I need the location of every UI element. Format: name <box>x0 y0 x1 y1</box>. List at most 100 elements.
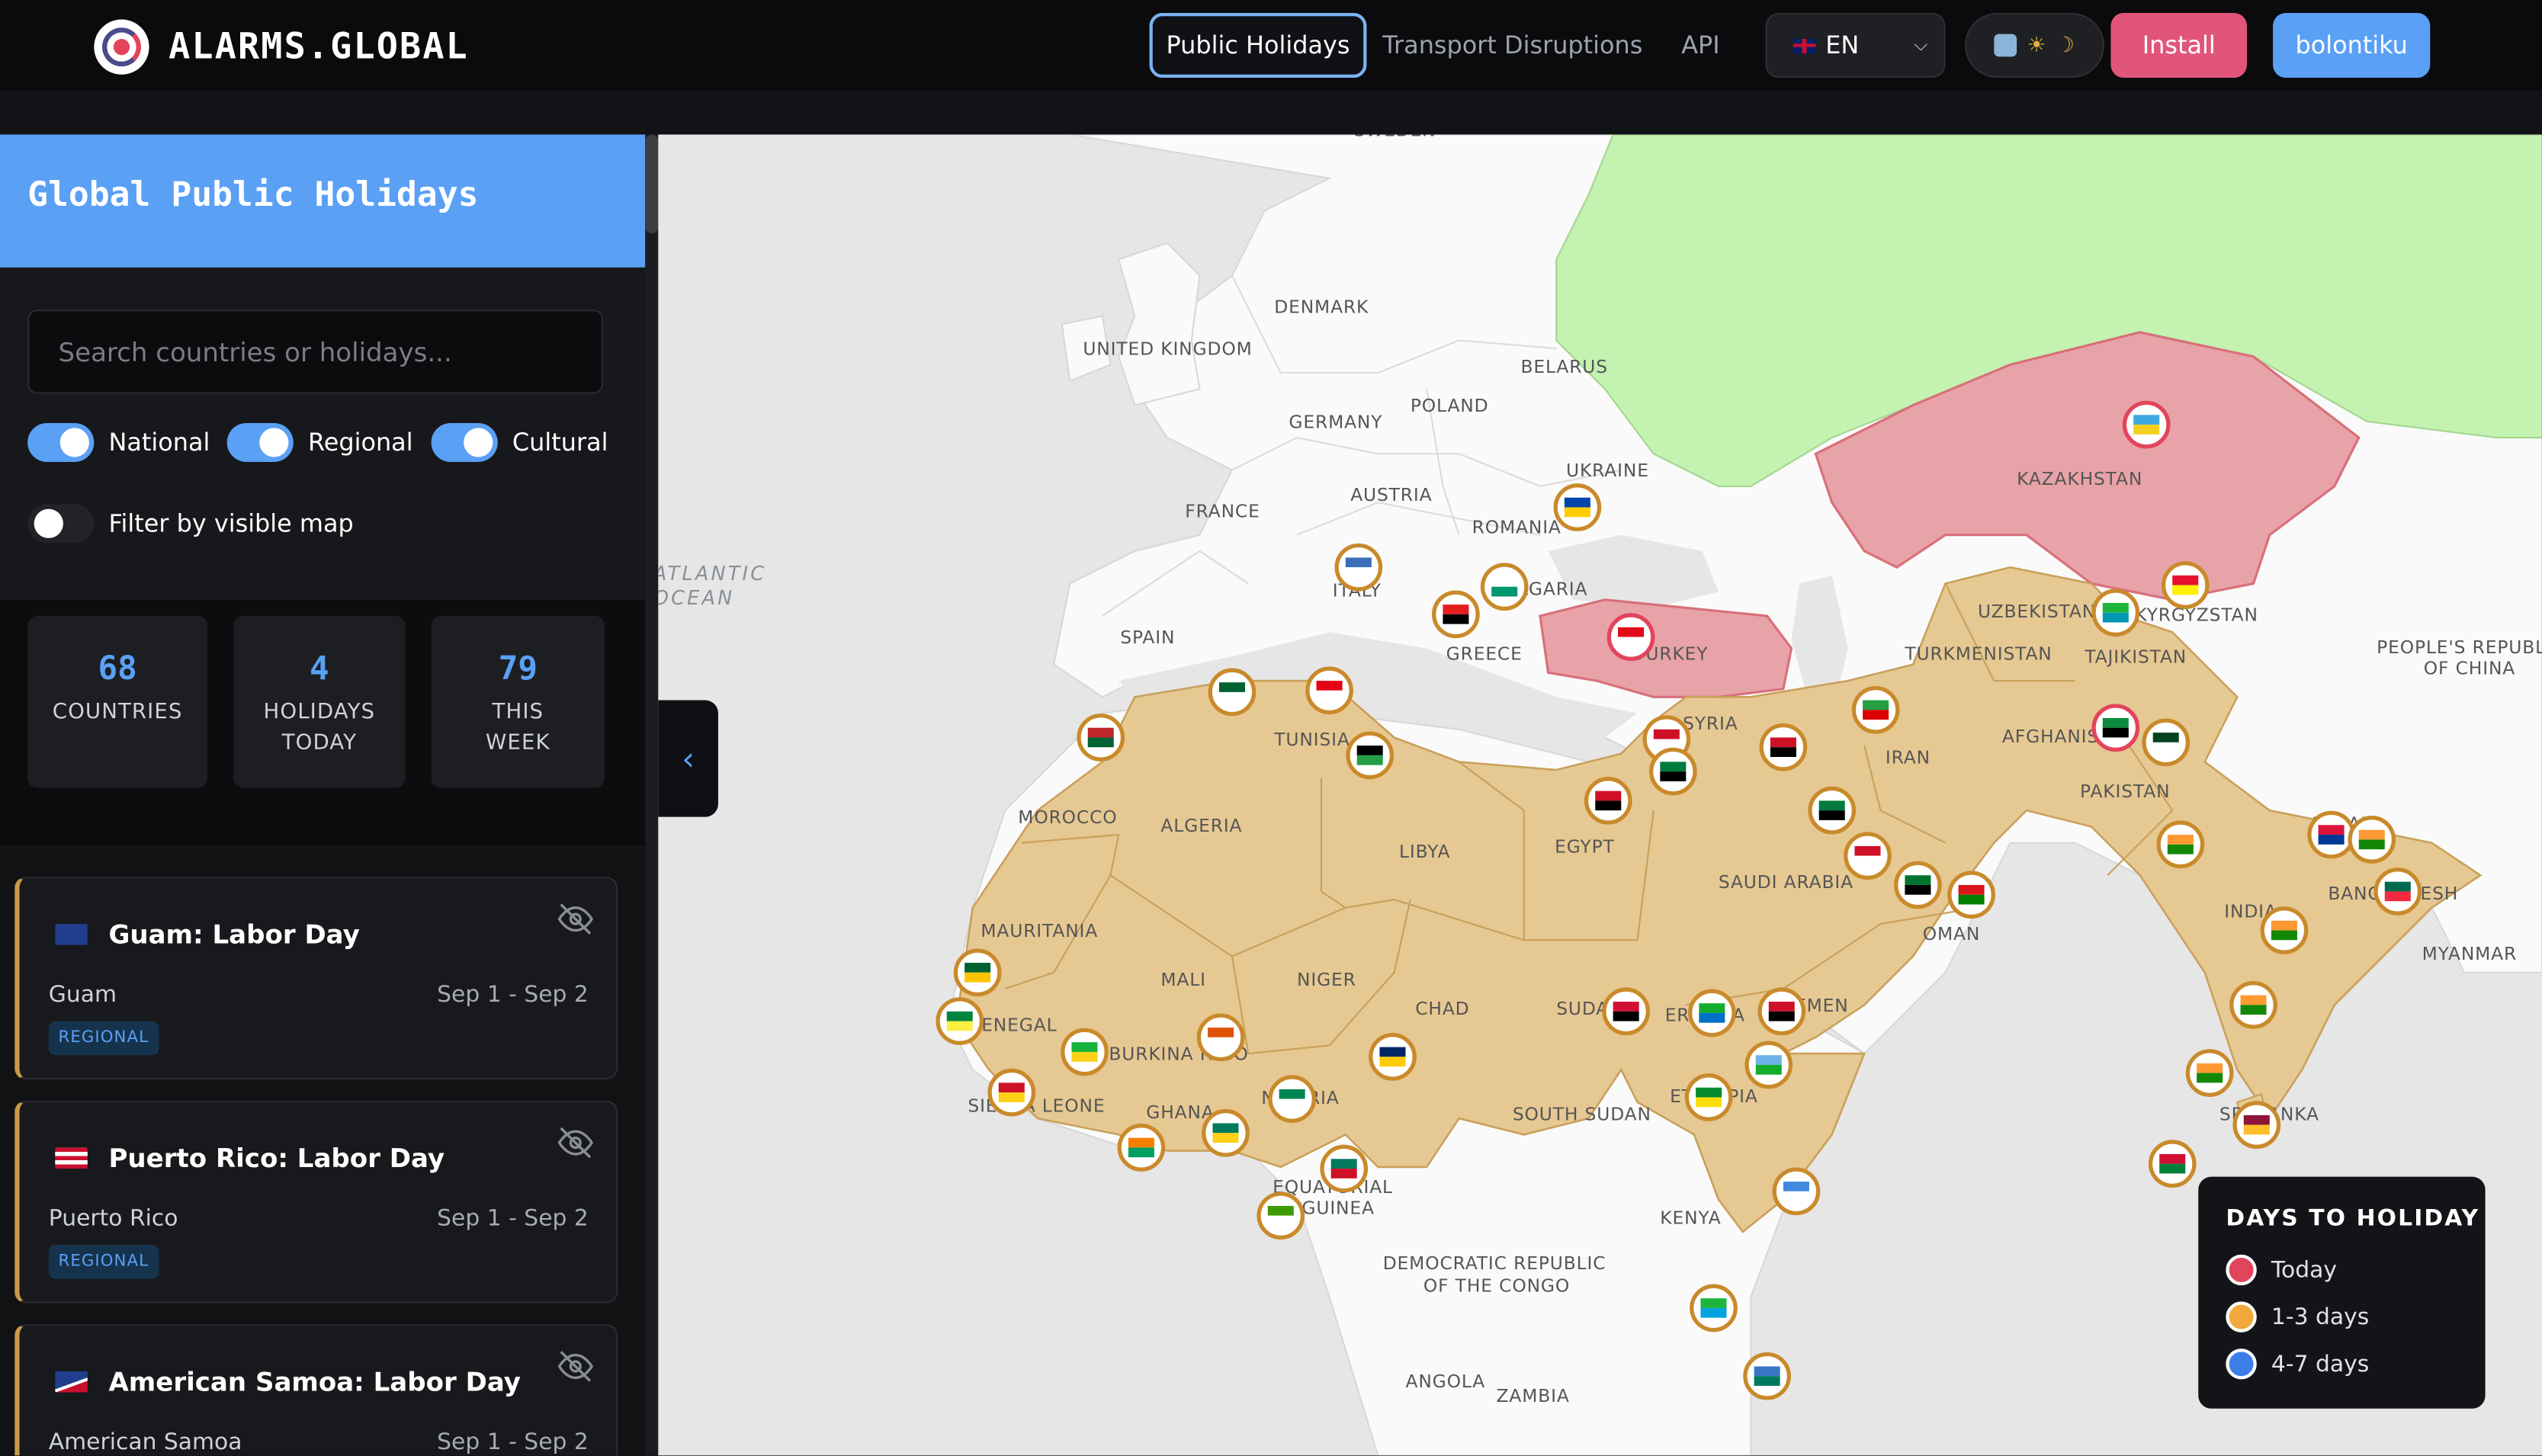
label-uk: UNITED KINGDOM <box>1083 338 1252 360</box>
country-flag-marker[interactable] <box>2185 1049 2234 1097</box>
country-flag-marker[interactable] <box>1808 786 1857 835</box>
flag-stripe-top <box>1755 1055 1782 1065</box>
country-flag-marker[interactable] <box>1061 1028 1109 1076</box>
country-flag-marker[interactable] <box>1684 1073 1733 1121</box>
flag-stripe-bottom <box>2102 612 2129 623</box>
nav-api[interactable]: API <box>1670 13 1732 78</box>
filter-cultural[interactable]: Cultural <box>431 422 608 462</box>
country-flag-marker[interactable] <box>1334 543 1383 592</box>
country-flag-marker[interactable] <box>2122 400 2171 449</box>
country-flag-marker[interactable] <box>1757 987 1806 1036</box>
country-flag-marker[interactable] <box>1894 861 1942 909</box>
cultural-switch[interactable] <box>431 422 498 462</box>
country-flag-marker[interactable] <box>1947 871 1995 919</box>
country-flag-marker[interactable] <box>2232 1101 2281 1150</box>
install-button[interactable]: Install <box>2110 13 2248 79</box>
country-flag-marker[interactable] <box>2260 906 2309 954</box>
theme-switcher[interactable]: ☀ ☽ <box>1965 13 2104 79</box>
hide-eye-icon[interactable] <box>556 1124 595 1163</box>
flag-stripe-top <box>2358 829 2385 840</box>
country-flag-marker[interactable] <box>1480 563 1529 611</box>
collapse-sidebar-button[interactable]: ‹ <box>658 700 718 817</box>
holiday-card[interactable]: Guam: Labor Day Guam Sep 1 - Sep 2 REGIO… <box>14 877 618 1080</box>
label-uzbekistan: UZBEKISTAN <box>1978 601 2096 622</box>
country-flag-marker[interactable] <box>1687 989 1736 1037</box>
country-flag-marker[interactable] <box>2142 718 2191 767</box>
country-flag-marker[interactable] <box>1584 777 1632 825</box>
visible-map-switch[interactable] <box>27 504 95 544</box>
country-flag-marker[interactable] <box>1743 1352 1792 1400</box>
holiday-card[interactable]: Puerto Rico: Labor Day Puerto Rico Sep 1… <box>14 1100 618 1304</box>
flag-stripe-bottom <box>1653 739 1680 749</box>
auto-theme-icon[interactable] <box>1995 34 2017 57</box>
flag-stripe-top <box>1660 762 1687 772</box>
country-flag-marker[interactable] <box>953 948 1002 997</box>
country-flag-marker[interactable] <box>2091 588 2140 637</box>
country-flag-marker[interactable] <box>2161 561 2210 609</box>
country-flag-marker[interactable] <box>2307 810 2355 859</box>
country-flag-marker[interactable] <box>1606 613 1655 661</box>
sun-icon[interactable]: ☀ <box>2027 34 2046 58</box>
country-flag-marker[interactable] <box>1268 1075 1317 1123</box>
moon-icon[interactable]: ☽ <box>2056 34 2075 58</box>
search-input[interactable] <box>27 309 603 394</box>
nav-transport-disruptions[interactable]: Transport Disruptions <box>1382 13 1644 78</box>
country-flag-marker[interactable] <box>1744 1041 1793 1089</box>
country-flag-marker[interactable] <box>1117 1124 1166 1172</box>
country-flag-marker[interactable] <box>1772 1167 1821 1216</box>
country-flag-marker[interactable] <box>1320 1144 1369 1193</box>
country-flag-marker[interactable] <box>1690 1284 1738 1333</box>
country-flag-marker[interactable] <box>1196 1013 1245 1062</box>
holiday-card[interactable]: American Samoa: Labor Day American Samoa… <box>14 1324 618 1456</box>
country-flag-marker[interactable] <box>1202 1108 1250 1157</box>
stats-panel: 68 COUNTRIES 4 HOLIDAYS TODAY 79 THIS WE… <box>0 599 646 846</box>
stat-today-label-1: HOLIDAYS <box>263 700 376 725</box>
country-flag-marker[interactable] <box>1305 666 1353 715</box>
flag-stripe-top <box>1863 700 1889 710</box>
flag-stripe-top <box>1783 1182 1809 1191</box>
flag-stripe-bottom <box>1854 855 1881 866</box>
flag-stripe-top <box>1218 682 1245 692</box>
country-flag-marker[interactable] <box>1208 668 1257 717</box>
country-flag-marker[interactable] <box>1759 723 1808 771</box>
country-flag-marker[interactable] <box>987 1068 1036 1117</box>
user-button[interactable]: bolontiku <box>2273 13 2431 79</box>
country-flag-marker[interactable] <box>2348 816 2396 864</box>
flag-stripe-bottom <box>1618 637 1645 647</box>
country-flag-marker[interactable] <box>936 997 984 1045</box>
language-select[interactable]: EN ⌵ <box>1765 13 1946 79</box>
country-flag-marker[interactable] <box>1844 832 1892 880</box>
scrollbar-thumb[interactable] <box>645 134 659 234</box>
filter-regional[interactable]: Regional <box>226 422 413 462</box>
hide-eye-icon[interactable] <box>556 1347 595 1386</box>
country-flag-marker[interactable] <box>1369 1032 1417 1081</box>
flag-stripe-bottom <box>2167 844 2194 855</box>
filter-visible-map[interactable]: Filter by visible map <box>27 504 354 544</box>
country-flag-marker[interactable] <box>1432 590 1480 639</box>
filter-national[interactable]: National <box>27 422 210 462</box>
country-flag-marker[interactable] <box>2229 980 2277 1029</box>
flag-stripe-top <box>2240 995 2267 1005</box>
country-flag-marker[interactable] <box>2373 868 2422 916</box>
nav-public-holidays[interactable]: Public Holidays <box>1149 13 1367 79</box>
country-flag-marker[interactable] <box>1257 1191 1305 1240</box>
country-flag-marker[interactable] <box>1077 714 1125 762</box>
flag-stripe-top <box>998 1082 1025 1093</box>
holiday-card-country: Puerto Rico <box>48 1205 178 1232</box>
country-flag-marker[interactable] <box>2148 1140 2197 1188</box>
national-switch[interactable] <box>27 422 95 462</box>
country-flag-marker[interactable] <box>1602 987 1651 1036</box>
flag-stripe-top <box>1279 1089 1305 1099</box>
label-belarus: BELARUS <box>1520 356 1608 377</box>
country-flag-marker[interactable] <box>1648 747 1697 796</box>
country-flag-marker[interactable] <box>2156 820 2205 869</box>
brand[interactable]: ALARMS.GLOBAL <box>94 19 469 75</box>
flag-stripe-bottom <box>1660 771 1687 781</box>
country-flag-marker[interactable] <box>2091 704 2140 752</box>
country-flag-marker[interactable] <box>1851 685 1900 734</box>
country-flag-marker[interactable] <box>1346 731 1395 780</box>
country-flag-marker[interactable] <box>1553 483 1602 531</box>
flag-stripe-bottom <box>2271 930 2297 941</box>
regional-switch[interactable] <box>226 422 294 462</box>
hide-eye-icon[interactable] <box>556 900 595 938</box>
